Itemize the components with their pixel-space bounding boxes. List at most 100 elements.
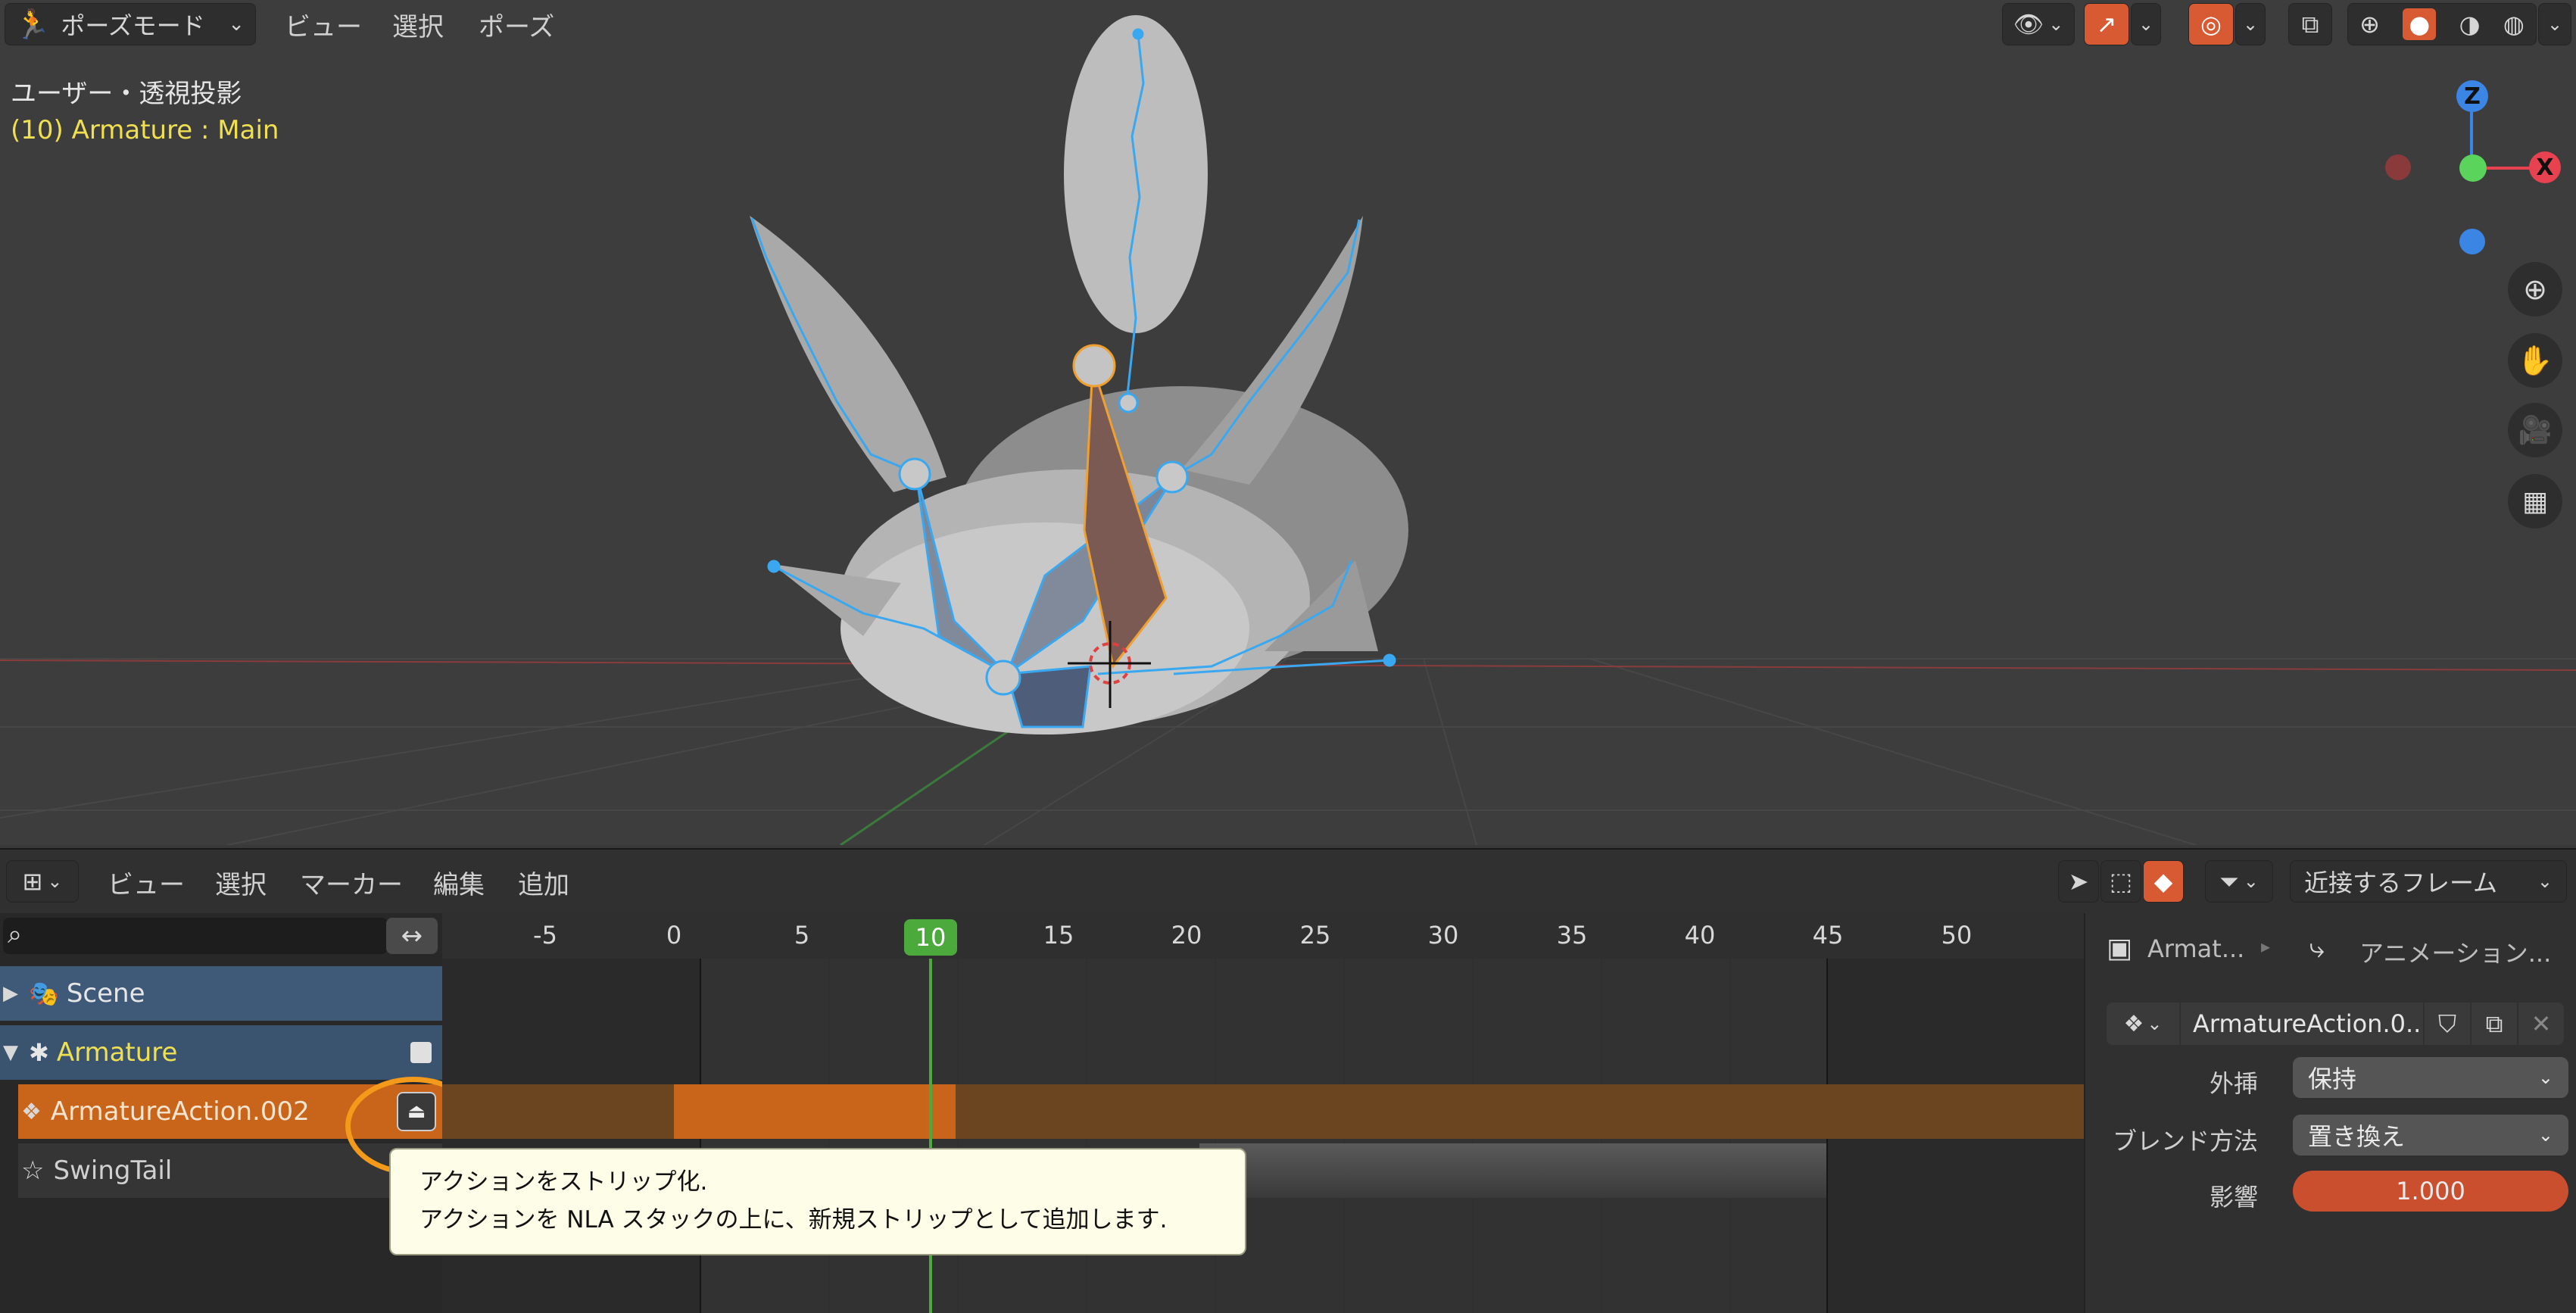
- duplicate-action-button[interactable]: ⧉: [2472, 1003, 2517, 1045]
- pose-mode-icon: 🏃: [14, 7, 51, 41]
- playhead-line[interactable]: [929, 959, 932, 1313]
- view-title: ユーザー・透視投影: [11, 79, 242, 109]
- wireframe-shading-icon[interactable]: ⊕: [2359, 10, 2380, 39]
- menu-select[interactable]: 選択: [383, 3, 453, 45]
- influence-label: 影響: [2209, 1183, 2258, 1212]
- shield-icon: ⛉: [2437, 1009, 2456, 1038]
- floor-grid: [0, 658, 2576, 845]
- pan-button[interactable]: ✋: [2508, 333, 2562, 388]
- channel-label: ArmatureAction.002: [50, 1096, 310, 1127]
- unlink-action-button[interactable]: ✕: [2518, 1003, 2564, 1045]
- channel-search[interactable]: ⌕: [3, 918, 388, 954]
- channel-label: Scene: [66, 978, 145, 1009]
- filter-icon: ⏷: [2219, 866, 2239, 896]
- zoom-icon: ⊕: [2523, 273, 2547, 306]
- ruler-tick: 30: [1427, 921, 1459, 950]
- overlay-toggle[interactable]: ◎: [2188, 3, 2234, 45]
- search-input[interactable]: [41, 921, 374, 951]
- channel-scene[interactable]: ▶ 🎭 Scene: [0, 966, 442, 1021]
- filter-dropdown[interactable]: ⏷ ⌄: [2205, 860, 2273, 903]
- menu-view[interactable]: ビュー: [276, 3, 371, 45]
- channel-armature[interactable]: ▼ ✱ Armature: [0, 1025, 442, 1080]
- gizmo-dropdown[interactable]: ⌄: [2131, 3, 2161, 45]
- gizmo-toggle[interactable]: ↗: [2084, 3, 2129, 45]
- collapse-triangle-icon[interactable]: ▼: [3, 1041, 18, 1064]
- overlay-circles-icon: ◎: [2200, 10, 2222, 39]
- only-errors-toggle[interactable]: ◆: [2143, 860, 2184, 903]
- 3d-viewport[interactable]: 🏃 ポーズモード ⌄ ビュー 選択 ポーズ 👁 ⌄ ↗ ⌄ ◎ ⌄ ⧉ ⊕ ● ◑…: [0, 0, 2576, 845]
- armature-object-icon: ▣: [2107, 933, 2133, 964]
- shading-dropdown[interactable]: ⌄: [2538, 3, 2571, 45]
- zoom-button[interactable]: ⊕: [2508, 262, 2562, 317]
- channel-checkbox[interactable]: [410, 1042, 432, 1063]
- menu-edit[interactable]: 編集: [433, 860, 485, 904]
- viewport-header: 🏃 ポーズモード ⌄ ビュー 選択 ポーズ 👁 ⌄ ↗ ⌄ ◎ ⌄ ⧉ ⊕ ● ◑…: [0, 0, 2576, 50]
- ortho-toggle-button[interactable]: ▦: [2508, 474, 2562, 529]
- visibility-selector[interactable]: 👁 ⌄: [2002, 3, 2075, 45]
- action-strip[interactable]: [674, 1084, 956, 1139]
- expand-triangle-icon[interactable]: ▶: [3, 982, 18, 1005]
- chevron-down-icon: ⌄: [228, 13, 245, 36]
- show-hidden-toggle[interactable]: ⬚: [2100, 860, 2141, 903]
- ruler-tick: 20: [1171, 921, 1202, 950]
- chevron-down-icon: ⌄: [2537, 1067, 2553, 1088]
- star-icon: ☆: [21, 1156, 45, 1186]
- match-width-toggle[interactable]: ↔: [386, 918, 438, 954]
- editor-type-selector[interactable]: ⊞ ⌄: [6, 860, 79, 903]
- action-browse-button[interactable]: ❖ ⌄: [2107, 1003, 2179, 1045]
- gizmo-x-axis[interactable]: X: [2529, 151, 2561, 183]
- xray-toggle[interactable]: ⧉: [2288, 3, 2332, 45]
- gizmo-y-axis[interactable]: [2459, 154, 2487, 182]
- chevron-down-icon: ⌄: [2243, 871, 2259, 892]
- scene-icon: 🎭: [29, 979, 59, 1008]
- menu-select[interactable]: 選択: [215, 860, 267, 904]
- ruler-tick: 15: [1043, 921, 1074, 950]
- gizmo-z-axis[interactable]: Z: [2456, 80, 2488, 112]
- blend-type-dropdown[interactable]: 置き換え ⌄: [2293, 1115, 2568, 1156]
- mode-selector[interactable]: 🏃 ポーズモード ⌄: [5, 3, 256, 45]
- chevron-down-icon: ⌄: [2242, 14, 2259, 35]
- nla-sidebar: ▣ Armat... ▸ ⤷ アニメーション... ❖ ⌄ ArmatureAct…: [2084, 913, 2576, 1313]
- viewport-scene[interactable]: [0, 0, 2576, 845]
- camera-icon: 🎥: [2518, 415, 2553, 446]
- extrapolation-dropdown[interactable]: 保持 ⌄: [2293, 1057, 2568, 1098]
- menu-pose[interactable]: ポーズ: [469, 3, 563, 45]
- gizmo-neg-z-axis[interactable]: [2459, 229, 2485, 254]
- rendered-shading-icon[interactable]: ◍: [2503, 10, 2525, 39]
- dopesheet-icon: ⊞: [22, 867, 43, 896]
- channel-list: ⌕ ↔ ▶ 🎭 Scene ▼ ✱ Armature ❖ ArmatureAct…: [0, 913, 482, 1313]
- solid-shading-icon[interactable]: ●: [2403, 8, 2437, 40]
- gizmo-neg-x-axis[interactable]: [2385, 154, 2411, 180]
- snap-mode-dropdown[interactable]: 近接するフレーム ⌄: [2290, 860, 2567, 903]
- chevron-down-icon: ⌄: [2147, 1013, 2163, 1034]
- armature-icon: ✱: [29, 1038, 49, 1067]
- influence-slider[interactable]: 1.000: [2293, 1171, 2568, 1212]
- chevron-down-icon: ⌄: [2537, 1124, 2553, 1146]
- horizontal-arrows-icon: ↔: [401, 921, 423, 951]
- frame-ruler[interactable]: -5 0 5 10 15 20 25 30 35 40 45 50: [442, 913, 2084, 959]
- copy-icon: ⧉: [2485, 1009, 2503, 1038]
- gizmo-arrow-icon: ↗: [2096, 10, 2117, 39]
- breadcrumb-arrow-icon: ▸: [2261, 936, 2271, 957]
- camera-view-button[interactable]: 🎥: [2508, 403, 2562, 457]
- only-selected-toggle[interactable]: ➤: [2058, 860, 2099, 903]
- breadcrumb-data: アニメーション...: [2359, 939, 2552, 968]
- chevron-down-icon: ⌄: [47, 871, 63, 892]
- swingtail-strip[interactable]: [1199, 1143, 1826, 1198]
- grid-icon: ▦: [2521, 485, 2548, 517]
- action-name-field[interactable]: ArmatureAction.0...: [2181, 1003, 2423, 1045]
- navigation-gizmo[interactable]: Z X: [2378, 76, 2574, 273]
- menu-view[interactable]: ビュー: [108, 860, 185, 904]
- current-frame-indicator[interactable]: 10: [904, 919, 957, 956]
- fake-user-button[interactable]: ⛉: [2425, 1003, 2470, 1045]
- shading-modes[interactable]: ⊕ ● ◑ ◍: [2347, 3, 2537, 45]
- overlay-dropdown[interactable]: ⌄: [2235, 3, 2266, 45]
- material-shading-icon[interactable]: ◑: [2459, 10, 2481, 39]
- tooltip-description: アクションを NLA スタックの上に、新規ストリップとして追加します.: [419, 1206, 1168, 1233]
- chevron-down-icon: ⌄: [2537, 871, 2553, 892]
- search-icon: ⌕: [8, 919, 23, 950]
- menu-marker[interactable]: マーカー: [300, 860, 403, 904]
- action-icon: ❖: [21, 1098, 42, 1125]
- ruler-tick: 35: [1556, 921, 1588, 950]
- menu-add[interactable]: 追加: [518, 860, 569, 904]
